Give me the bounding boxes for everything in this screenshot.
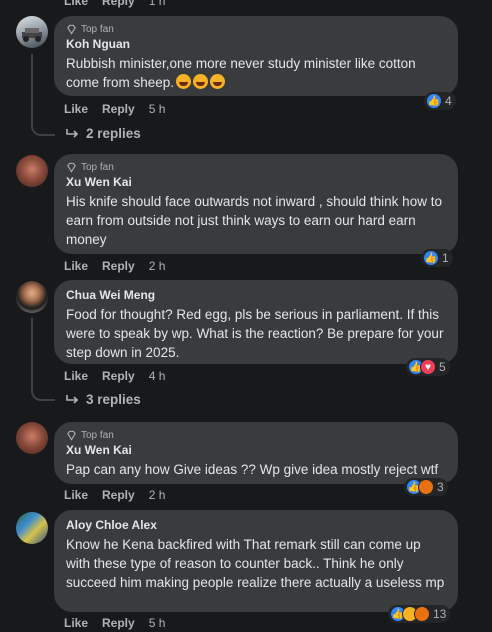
comment-text: Pap can any how Give ideas ?? Wp give id…	[66, 462, 439, 477]
badge-label: Top fan	[81, 430, 114, 441]
thread-line	[31, 318, 33, 388]
reply-arrow-icon	[66, 394, 79, 404]
like-button[interactable]: Like	[64, 102, 88, 116]
reaction-count: 13	[433, 607, 447, 621]
badge-label: Top fan	[81, 162, 114, 173]
comment-bubble: Aloy Chloe Alex Know he Kena backfired w…	[54, 510, 458, 612]
like-button[interactable]: Like	[64, 259, 88, 273]
joy-emoji-icon	[210, 74, 226, 89]
reaction-summary[interactable]: 👍 ♥ 5	[406, 358, 450, 376]
reaction-count: 5	[439, 360, 446, 374]
avatar[interactable]	[16, 512, 48, 544]
like-button[interactable]: Like	[64, 0, 88, 8]
thread-elbow	[31, 387, 55, 401]
reaction-summary[interactable]: 👍 4	[424, 92, 456, 110]
reply-button[interactable]: Reply	[102, 0, 135, 8]
diamond-icon	[67, 24, 76, 35]
joy-emoji-icon	[176, 74, 192, 89]
comment-text: Rubbish minister,one more never study mi…	[66, 54, 446, 92]
comment-actions: Like Reply 2 h	[64, 259, 165, 273]
comment-actions: Like Reply 4 h	[64, 369, 165, 383]
like-button[interactable]: Like	[64, 616, 88, 630]
comment-bubble: Top fan Koh Nguan Rubbish minister,one m…	[54, 16, 458, 96]
replies-label: 2 replies	[86, 126, 141, 141]
comment-bubble: Chua Wei Meng Food for thought? Red egg,…	[54, 280, 458, 364]
reply-button[interactable]: Reply	[102, 369, 135, 383]
like-button[interactable]: Like	[64, 369, 88, 383]
timestamp: 2 h	[148, 259, 166, 273]
angry-reaction-icon	[418, 479, 434, 495]
comment-author[interactable]: Xu Wen Kai	[66, 175, 446, 189]
reply-button[interactable]: Reply	[102, 259, 135, 273]
love-reaction-icon: ♥	[420, 359, 436, 375]
comment-text: His knife should face outwards not inwar…	[66, 194, 446, 247]
comment-bubble: Top fan Xu Wen Kai Pap can any how Give …	[54, 422, 458, 484]
reaction-count: 3	[437, 480, 444, 494]
reaction-count: 4	[445, 94, 452, 108]
comment-author[interactable]: Chua Wei Meng	[66, 288, 446, 302]
top-fan-badge: Top fan	[66, 24, 446, 35]
joy-emoji-icon	[193, 74, 209, 89]
like-reaction-icon: 👍	[426, 93, 442, 109]
diamond-icon	[67, 430, 76, 441]
timestamp: 1 h	[148, 0, 166, 8]
top-fan-badge: Top fan	[66, 430, 446, 441]
reply-arrow-icon	[66, 128, 79, 138]
avatar[interactable]	[16, 155, 48, 187]
reply-button[interactable]: Reply	[102, 102, 135, 116]
timestamp: 4 h	[148, 369, 166, 383]
comment-author[interactable]: Xu Wen Kai	[66, 443, 446, 457]
reaction-summary[interactable]: 👍 3	[404, 478, 448, 496]
avatar[interactable]	[16, 422, 48, 454]
comment-bubble: Top fan Xu Wen Kai His knife should face…	[54, 154, 458, 254]
comment-text: Know he Kena backfired with That remark …	[66, 537, 445, 590]
thread-line	[31, 54, 33, 124]
comment-text: Food for thought? Red egg, pls be seriou…	[66, 307, 448, 360]
comment-author[interactable]: Koh Nguan	[66, 37, 446, 51]
view-replies-button[interactable]: 2 replies	[66, 126, 141, 141]
reaction-count: 1	[442, 251, 449, 265]
reply-button[interactable]: Reply	[102, 488, 135, 502]
like-reaction-icon: 👍	[423, 250, 439, 266]
badge-label: Top fan	[81, 24, 114, 35]
prev-comment-actions: Like Reply 1 h	[64, 0, 165, 8]
comment-actions: Like Reply 2 h	[64, 488, 165, 502]
top-fan-badge: Top fan	[66, 162, 446, 173]
avatar[interactable]	[16, 16, 48, 48]
angry-reaction-icon	[414, 606, 430, 622]
thread-elbow	[31, 122, 55, 136]
replies-label: 3 replies	[86, 392, 141, 407]
avatar[interactable]	[16, 281, 48, 313]
view-replies-button[interactable]: 3 replies	[66, 392, 141, 407]
reaction-summary[interactable]: 👍 13	[388, 605, 451, 623]
timestamp: 5 h	[148, 102, 166, 116]
comment-actions: Like Reply 5 h	[64, 102, 165, 116]
like-button[interactable]: Like	[64, 488, 88, 502]
timestamp: 5 h	[148, 616, 166, 630]
comment-author[interactable]: Aloy Chloe Alex	[66, 518, 446, 532]
reply-button[interactable]: Reply	[102, 616, 135, 630]
comment-actions: Like Reply 5 h	[64, 616, 165, 630]
comment-text-content: Rubbish minister,one more never study mi…	[66, 56, 420, 90]
diamond-icon	[67, 162, 76, 173]
timestamp: 2 h	[148, 488, 166, 502]
reaction-summary[interactable]: 👍 1	[421, 249, 453, 267]
